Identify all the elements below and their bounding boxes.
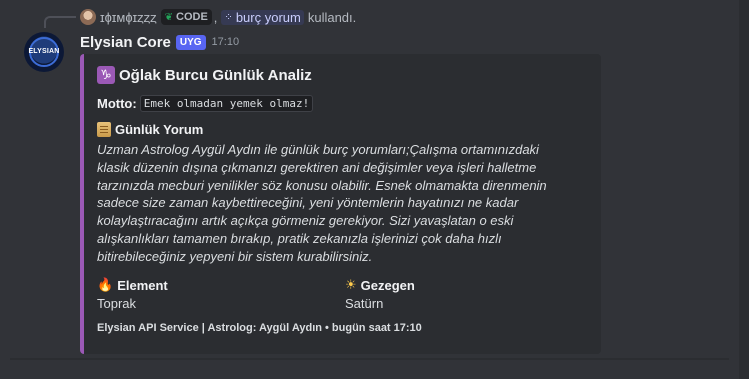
chat-area: ɪɸɪᴍɸɪȥȥȥ ❦ CODE , ⁘ burç yorum kullandı. …: [0, 0, 739, 379]
capricorn-icon: ♑: [97, 66, 115, 84]
daily-reading-title: Günlük Yorum: [115, 122, 204, 137]
scrollbar[interactable]: [739, 0, 749, 379]
reading-line: tarzınızda mecburi yenilikler söz konusu…: [97, 177, 547, 193]
message-timestamp[interactable]: 17:10: [212, 36, 240, 48]
fire-icon: 🔥: [97, 277, 114, 292]
app-badge: UYG: [175, 34, 206, 50]
reply-separator: ,: [213, 9, 218, 25]
reading-line: sadece size zaman kaybettireceğini, yeni…: [97, 195, 519, 211]
reply-connector: [44, 16, 76, 28]
reply-username[interactable]: ɪɸɪᴍɸɪȥȥȥ: [100, 10, 157, 25]
embed-title-text: Oğlak Burcu Günlük Analiz: [119, 66, 312, 84]
interaction-reference[interactable]: ɪɸɪᴍɸɪȥȥȥ ❦ CODE , ⁘ burç yorum kullandı.: [80, 8, 356, 26]
element-label: Element: [117, 277, 168, 293]
planet-label: Gezegen: [360, 277, 415, 293]
daily-reading-text: Uzman Astrolog Aygül Aydın ile günlük bu…: [97, 141, 567, 266]
command-name: burç yorum: [235, 9, 301, 25]
reading-line: kolaylaştıracağını artık açıkça görmeniz…: [97, 213, 514, 229]
bot-avatar[interactable]: ELYSIAN: [24, 32, 64, 72]
planet-value: Satürn: [345, 296, 384, 311]
leaf-icon: ❦: [164, 11, 174, 23]
planet-field-name: ☀ Gezegen: [345, 276, 415, 294]
reading-line: bitirebileceğiniz yepyeni bir sistem kur…: [97, 248, 373, 264]
user-avatar-small[interactable]: [80, 9, 96, 25]
reply-suffix: kullandı.: [307, 9, 357, 25]
embed-title: ♑ Oğlak Burcu Günlük Analiz: [97, 66, 312, 84]
sun-icon: ☀: [345, 277, 357, 292]
scroll-icon: [97, 122, 111, 137]
element-field: 🔥 Element Toprak: [97, 276, 168, 311]
motto-row: Motto: Emek olmadan yemek olmaz!: [97, 95, 314, 112]
motto-label: Motto:: [97, 96, 137, 111]
reading-line: Uzman Astrolog Aygül Aydın ile günlük bu…: [97, 142, 539, 157]
planet-field: ☀ Gezegen Satürn: [345, 276, 415, 311]
divider: [10, 358, 729, 360]
bot-name[interactable]: Elysian Core: [80, 34, 171, 51]
avatar-logo-text: ELYSIAN: [28, 48, 60, 55]
slash-command[interactable]: ⁘ burç yorum: [221, 9, 304, 25]
reading-line: alışkanlıkları tamamen bırakıp, pratik z…: [97, 230, 502, 246]
command-icon: ⁘: [224, 11, 233, 23]
element-value: Toprak: [97, 296, 137, 311]
server-tag[interactable]: ❦ CODE: [160, 9, 212, 25]
element-field-name: 🔥 Element: [97, 276, 168, 294]
daily-reading-heading: Günlük Yorum: [97, 122, 203, 137]
message-header: Elysian Core UYG 17:10: [80, 33, 239, 51]
embed-footer: Elysian API Service | Astrolog: Aygül Ay…: [97, 322, 422, 334]
embed-card: ♑ Oğlak Burcu Günlük Analiz Motto: Emek …: [80, 54, 601, 354]
motto-value: Emek olmadan yemek olmaz!: [139, 95, 314, 112]
reading-line: klasik düzenin dışına çıkmanızı gerektir…: [97, 159, 537, 175]
server-tag-label: CODE: [176, 11, 208, 23]
